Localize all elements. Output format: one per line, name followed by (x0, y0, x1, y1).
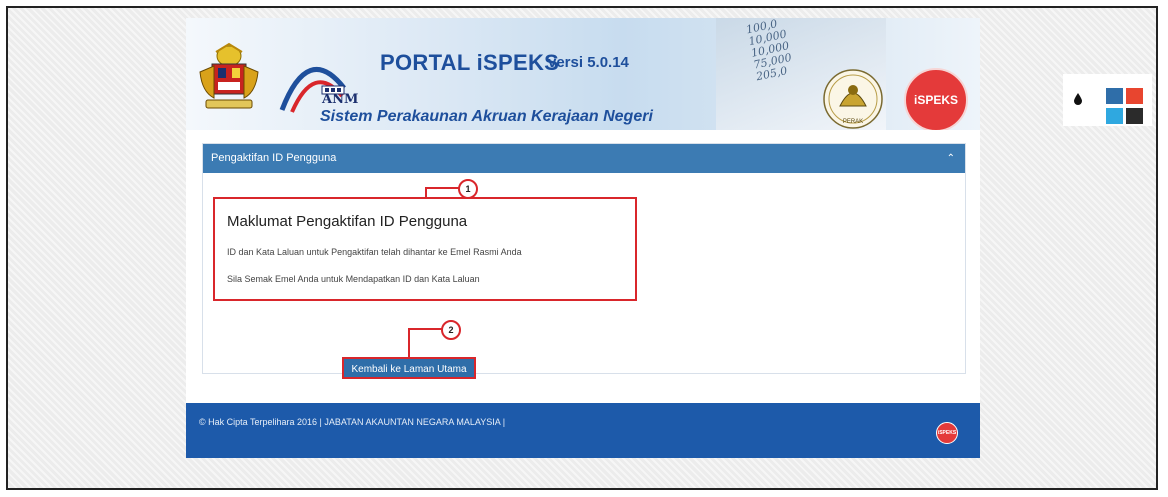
theme-swatch-light-blue[interactable] (1106, 108, 1123, 124)
activation-info-box: Maklumat Pengaktifan ID Pengguna ID dan … (213, 197, 637, 301)
perak-label: PERAK (843, 119, 863, 125)
footer-ispeks-logo: iSPEKS (936, 422, 958, 444)
portal-version: versi 5.0.14 (548, 54, 629, 71)
page-container: 100,0 10,000 10,000 75,000 205,0 ANM POR… (186, 18, 980, 458)
footer: © Hak Cipta Terpelihara 2016 | JABATAN A… (186, 403, 980, 458)
back-to-home-button[interactable]: Kembali ke Laman Utama (342, 357, 476, 379)
annotation-marker-2: 2 (441, 320, 461, 340)
header-banner: 100,0 10,000 10,000 75,000 205,0 ANM POR… (186, 18, 980, 130)
annotation-line-2-vertical (408, 329, 410, 358)
drop-icon[interactable] (1073, 93, 1083, 105)
panel-header: Pengaktifan ID Pengguna ⌃ (203, 144, 965, 173)
ispeks-logo: iSPEKS (904, 68, 968, 130)
theme-swatch-dark[interactable] (1126, 108, 1143, 124)
annotation-line-1-horizontal (425, 187, 460, 189)
annotation-line-2-horizontal (408, 328, 443, 330)
anm-label: ANM (322, 92, 359, 107)
chevron-up-icon[interactable]: ⌃ (947, 144, 955, 173)
perak-seal-icon: PERAK (823, 69, 883, 129)
panel-title: Pengaktifan ID Pengguna (211, 152, 337, 164)
theme-swatch-red[interactable] (1126, 88, 1143, 104)
ispeks-logo-text: iSPEKS (913, 93, 958, 107)
portal-subtitle: Sistem Perakaunan Akruan Kerajaan Negeri (320, 108, 653, 125)
info-line-check-email: Sila Semak Emel Anda untuk Mendapatkan I… (227, 274, 480, 284)
malaysia-crest-icon (199, 42, 259, 109)
theme-switcher (1063, 74, 1152, 126)
portal-title: PORTAL iSPEKS (380, 50, 560, 75)
annotation-line-1-vertical (425, 188, 427, 198)
theme-swatch-blue[interactable] (1106, 88, 1123, 104)
annotation-marker-1: 1 (458, 179, 478, 199)
activation-panel: Pengaktifan ID Pengguna ⌃ Maklumat Penga… (202, 143, 966, 379)
footer-copyright: © Hak Cipta Terpelihara 2016 | JABATAN A… (199, 417, 506, 427)
info-title: Maklumat Pengaktifan ID Pengguna (227, 213, 468, 230)
info-line-email-sent: ID dan Kata Laluan untuk Pengaktifan tel… (227, 247, 522, 257)
